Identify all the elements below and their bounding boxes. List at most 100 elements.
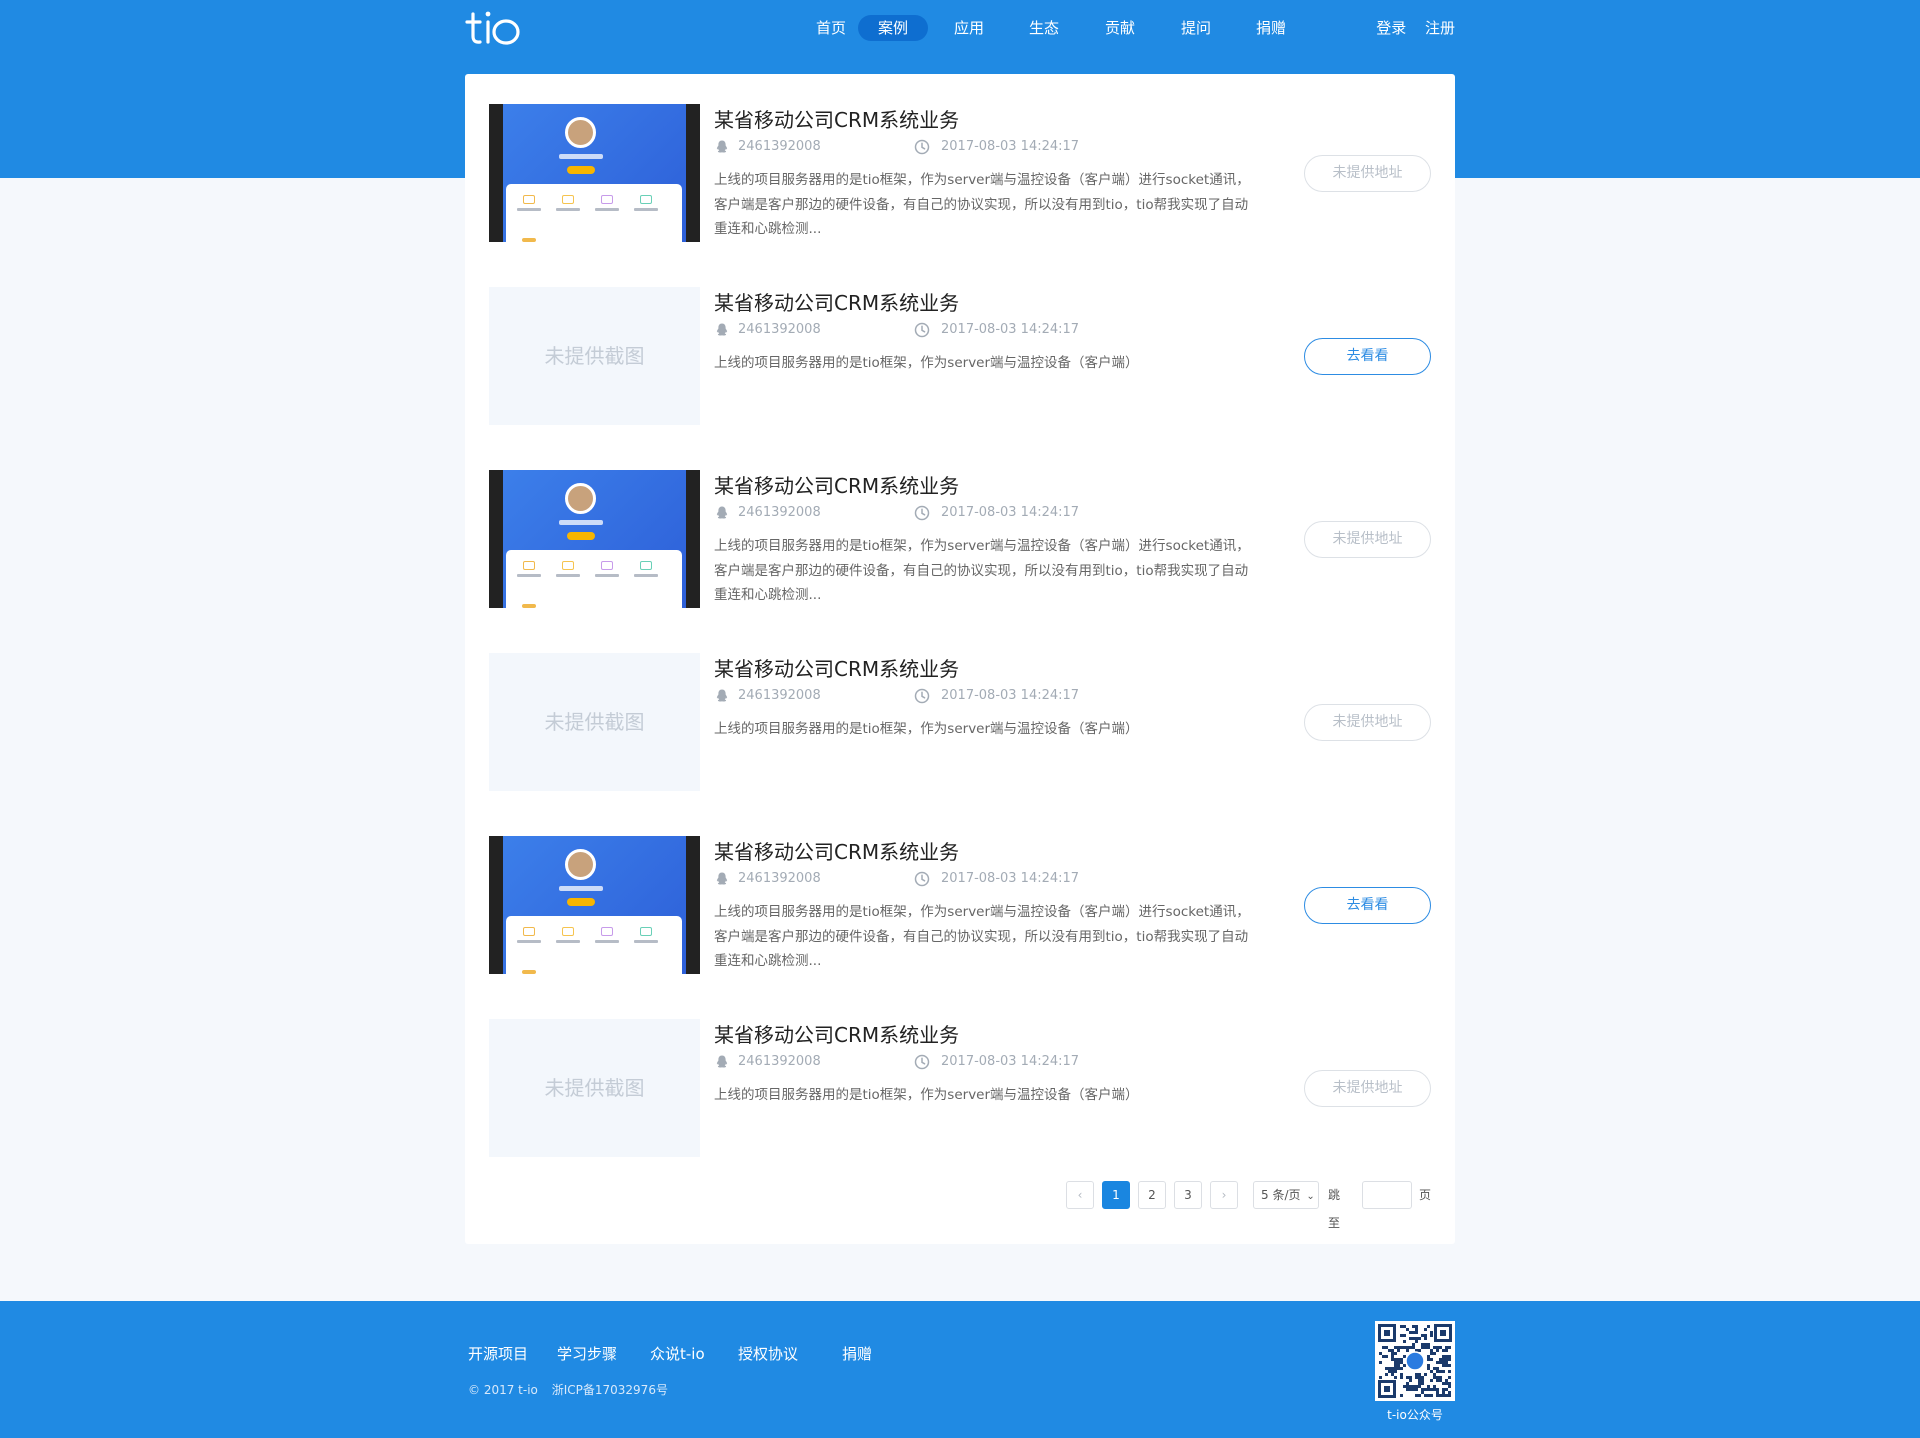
user-name-line (559, 520, 603, 525)
case-timestamp: 2017-08-03 14:24:17 (941, 139, 1080, 154)
case-title[interactable]: 某省移动公司CRM系统业务 (714, 470, 959, 499)
app-menu-label (556, 574, 580, 577)
copyright-text: © 2017 t-io (468, 1383, 538, 1397)
register-link[interactable]: 注册 (1425, 19, 1455, 37)
case-screenshot[interactable] (489, 836, 700, 974)
screenshot-placeholder: 未提供截图 (489, 287, 700, 425)
app-menu-icon (523, 195, 535, 204)
user-name-line (559, 886, 603, 891)
qq-icon (716, 506, 728, 519)
case-list-card: 某省移动公司CRM系统业务 2461392008 2017-08-03 14:24:… (465, 74, 1455, 1244)
case-item: 某省移动公司CRM系统业务 2461392008 2017-08-03 14:24:… (489, 104, 1431, 242)
tio-logo[interactable] (465, 8, 521, 48)
app-menu-icon (601, 195, 613, 204)
app-menu-icon (523, 927, 535, 936)
nav-item-0[interactable]: 首页 (796, 15, 866, 41)
visit-button[interactable]: 去看看 (1304, 338, 1431, 375)
app-menu-icon (601, 927, 613, 936)
case-timestamp: 2017-08-03 14:24:17 (941, 505, 1080, 520)
nav-item-1[interactable]: 案例 (858, 15, 928, 41)
app-menu-label (517, 574, 541, 577)
case-timestamp: 2017-08-03 14:24:17 (941, 688, 1080, 703)
site-footer: 开源项目 学习步骤 众说t-io 授权协议 捐赠 © 2017 t-io 浙IC… (0, 1301, 1920, 1438)
nav-item-2[interactable]: 应用 (934, 15, 1004, 41)
qr-caption: t-io公众号 (1387, 1408, 1443, 1422)
auth-links: 登录 注册 (1362, 15, 1455, 41)
qq-number: 2461392008 (738, 139, 821, 154)
case-item: 某省移动公司CRM系统业务 2461392008 2017-08-03 14:24:… (489, 836, 1431, 974)
app-panel (506, 916, 682, 974)
no-address-button: 未提供地址 (1304, 704, 1431, 741)
case-timestamp: 2017-08-03 14:24:17 (941, 322, 1080, 337)
app-menu-icon (562, 195, 574, 204)
visit-button[interactable]: 去看看 (1304, 887, 1431, 924)
qq-number: 2461392008 (738, 688, 821, 703)
nav-item-6[interactable]: 捐赠 (1236, 15, 1306, 41)
case-title[interactable]: 某省移动公司CRM系统业务 (714, 104, 959, 133)
no-address-button: 未提供地址 (1304, 1070, 1431, 1107)
user-name-line (559, 154, 603, 159)
case-description: 上线的项目服务器用的是tio框架，作为server端与温控设备（客户端） (714, 355, 1139, 371)
case-title[interactable]: 某省移动公司CRM系统业务 (714, 1019, 959, 1048)
app-menu-label (556, 208, 580, 211)
case-item: 未提供截图 某省移动公司CRM系统业务 2461392008 2017-08-03 1… (489, 653, 1431, 791)
footer-link-learning[interactable]: 学习步骤 (557, 1343, 617, 1364)
case-description: 上线的项目服务器用的是tio框架，作为server端与温控设备（客户端）进行so… (714, 904, 1250, 969)
app-menu-label (517, 208, 541, 211)
case-item: 某省移动公司CRM系统业务 2461392008 2017-08-03 14:24:… (489, 470, 1431, 608)
no-address-button: 未提供地址 (1304, 155, 1431, 192)
jump-page-input[interactable] (1362, 1181, 1412, 1209)
app-menu-icon (523, 561, 535, 570)
placeholder-text: 未提供截图 (544, 1076, 645, 1100)
case-title[interactable]: 某省移动公司CRM系统业务 (714, 836, 959, 865)
nav-item-3[interactable]: 生态 (1009, 15, 1079, 41)
footer-link-donate[interactable]: 捐赠 (842, 1343, 872, 1364)
app-panel (506, 184, 682, 242)
clock-icon (914, 688, 930, 704)
copyright: © 2017 t-io 浙ICP备17032976号 (468, 1381, 678, 1398)
prev-page-button[interactable]: ‹ (1066, 1181, 1094, 1209)
screenshot-placeholder: 未提供截图 (489, 1019, 700, 1157)
app-menu-label (634, 574, 658, 577)
case-item: 未提供截图 某省移动公司CRM系统业务 2461392008 2017-08-03 1… (489, 287, 1431, 425)
qr-code-icon (1375, 1321, 1455, 1401)
user-badge (567, 532, 595, 540)
site-header: 首页 案例 应用 生态 贡献 提问 捐赠 登录 注册 (465, 0, 1455, 56)
app-menu-label (595, 208, 619, 211)
user-badge (567, 898, 595, 906)
qq-number: 2461392008 (738, 1054, 821, 1069)
page-button-1[interactable]: 1 (1102, 1181, 1130, 1209)
case-title[interactable]: 某省移动公司CRM系统业务 (714, 287, 959, 316)
case-screenshot[interactable] (489, 104, 700, 242)
app-footer-mark (522, 604, 536, 608)
qq-icon (716, 872, 728, 885)
case-item: 未提供截图 某省移动公司CRM系统业务 2461392008 2017-08-03 1… (489, 1019, 1431, 1157)
case-description: 上线的项目服务器用的是tio框架，作为server端与温控设备（客户端）进行so… (714, 538, 1250, 603)
app-menu-label (634, 208, 658, 211)
app-menu-icon (601, 561, 613, 570)
footer-link-license[interactable]: 授权协议 (738, 1343, 798, 1364)
page-button-2[interactable]: 2 (1138, 1181, 1166, 1209)
avatar (565, 483, 596, 514)
footer-link-talk[interactable]: 众说t-io (650, 1343, 705, 1364)
qq-number: 2461392008 (738, 505, 821, 520)
icp-link[interactable]: 浙ICP备17032976号 (552, 1383, 668, 1397)
page-button-3[interactable]: 3 (1174, 1181, 1202, 1209)
app-panel (506, 550, 682, 608)
app-menu-label (595, 574, 619, 577)
case-screenshot[interactable] (489, 470, 700, 608)
nav-item-5[interactable]: 提问 (1161, 15, 1231, 41)
placeholder-text: 未提供截图 (544, 710, 645, 734)
next-page-button[interactable]: › (1210, 1181, 1238, 1209)
nav-item-4[interactable]: 贡献 (1085, 15, 1155, 41)
placeholder-text: 未提供截图 (544, 344, 645, 368)
case-description: 上线的项目服务器用的是tio框架，作为server端与温控设备（客户端）进行so… (714, 172, 1250, 237)
user-badge (567, 166, 595, 174)
screenshot-placeholder: 未提供截图 (489, 653, 700, 791)
case-title[interactable]: 某省移动公司CRM系统业务 (714, 653, 959, 682)
footer-link-opensource[interactable]: 开源项目 (468, 1343, 528, 1364)
page-size-select[interactable]: 5 条/页 ⌄ (1253, 1181, 1319, 1209)
qq-number: 2461392008 (738, 871, 821, 886)
app-menu-label (634, 940, 658, 943)
login-link[interactable]: 登录 (1376, 19, 1406, 37)
